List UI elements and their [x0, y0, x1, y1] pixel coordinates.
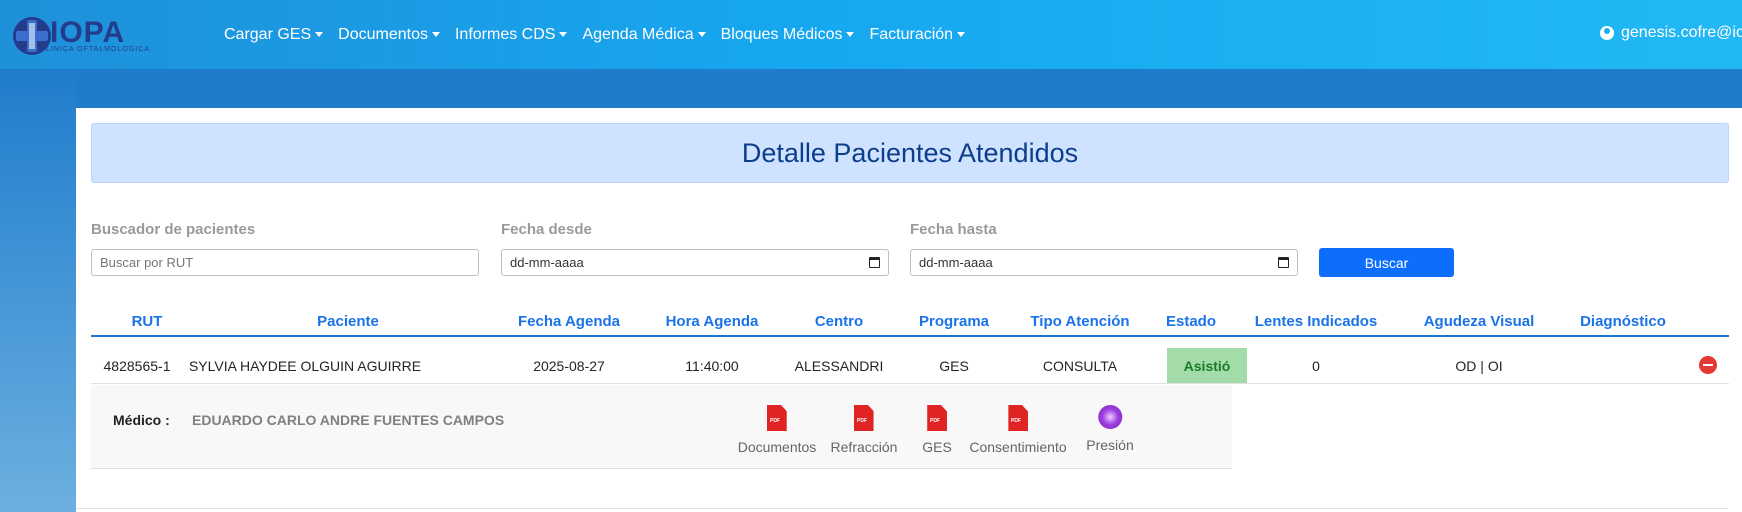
menu-agenda-medica[interactable]: Agenda Médica: [582, 25, 706, 44]
cell-fecha: 2025-08-27: [533, 358, 605, 374]
page-title: Detalle Pacientes Atendidos: [741, 137, 1079, 168]
header-rut[interactable]: RUT: [132, 313, 163, 330]
cell-agudeza: OD | OI: [1455, 358, 1503, 374]
header-agudeza[interactable]: Agudeza Visual: [1424, 313, 1535, 330]
background-band-left: [0, 69, 76, 512]
main-menu: Cargar GES Documentos Informes CDS Agend…: [224, 0, 980, 69]
caret-down-icon: [315, 32, 324, 37]
doc-presion[interactable]: Presión: [1086, 405, 1134, 453]
pdf-icon: [926, 405, 947, 431]
divider: [76, 508, 1728, 509]
header-diagnostico[interactable]: Diagnóstico: [1580, 313, 1666, 330]
menu-bloques-medicos[interactable]: Bloques Médicos: [721, 26, 855, 44]
medico-name: EDUARDO CARLO ANDRE FUENTES CAMPOS: [192, 412, 505, 428]
title-banner: Detalle Pacientes Atendidos: [91, 123, 1729, 183]
header-tipo-atencion[interactable]: Tipo Atención: [1030, 313, 1129, 330]
table-row[interactable]: 4828565-1 SYLVIA HAYDEE OLGUIN AGUIRRE 2…: [91, 348, 1729, 384]
header-lentes[interactable]: Lentes Indicados: [1255, 313, 1378, 330]
cell-lentes: 0: [1312, 358, 1320, 374]
date-to-input[interactable]: dd-mm-aaaa: [910, 249, 1298, 276]
search-label: Buscador de pacientes: [91, 221, 256, 238]
caret-down-icon: [697, 32, 706, 37]
user-circle-icon: [1600, 26, 1614, 40]
menu-label: Bloques Médicos: [720, 25, 843, 43]
header-programa[interactable]: Programa: [919, 313, 989, 330]
brand-name: IOPA: [50, 16, 126, 49]
status-badge: Asistió: [1167, 348, 1247, 383]
date-from-label: Fecha desde: [501, 221, 592, 238]
doc-ges[interactable]: GES: [922, 405, 952, 455]
brand-subtitle: CLINICA OFTALMOLOGICA: [40, 46, 150, 53]
cell-centro: ALESSANDRI: [794, 358, 884, 374]
medico-label: Médico :: [113, 412, 170, 428]
header-hora-agenda[interactable]: Hora Agenda: [666, 313, 759, 330]
menu-label: Agenda Médica: [582, 25, 694, 43]
search-button[interactable]: Buscar: [1319, 248, 1454, 277]
menu-facturacion[interactable]: Facturación: [869, 25, 966, 44]
row-detail-panel: Médico : EDUARDO CARLO ANDRE FUENTES CAM…: [91, 385, 1232, 469]
date-to-label: Fecha hasta: [910, 221, 997, 238]
pressure-icon: [1098, 405, 1122, 429]
main-card: Detalle Pacientes Atendidos Buscador de …: [76, 123, 1729, 512]
caret-down-icon: [846, 32, 855, 37]
pdf-icon: [767, 405, 787, 431]
cell-hora: 11:40:00: [685, 358, 739, 374]
caret-down-icon: [559, 32, 568, 37]
background-band-top: [76, 69, 1742, 108]
menu-cargar-ges[interactable]: Cargar GES: [224, 25, 324, 44]
cell-programa: GES: [939, 358, 969, 374]
doc-refraccion[interactable]: Refracción: [830, 405, 898, 455]
doc-label: GES: [922, 439, 952, 455]
search-placeholder: Buscar por RUT: [100, 255, 194, 270]
date-from-input[interactable]: dd-mm-aaaa: [501, 249, 889, 276]
menu-label: Documentos: [338, 25, 428, 43]
pdf-icon: [1008, 405, 1028, 431]
user-menu[interactable]: genesis.cofre@io: [1600, 24, 1742, 42]
pdf-icon: [853, 405, 874, 431]
header-fecha-agenda[interactable]: Fecha Agenda: [518, 313, 620, 330]
calendar-icon[interactable]: [869, 257, 880, 268]
caret-down-icon: [431, 32, 440, 37]
menu-label: Facturación: [869, 25, 954, 43]
date-from-value: dd-mm-aaaa: [510, 255, 584, 270]
cell-paciente: SYLVIA HAYDEE OLGUIN AGUIRRE: [188, 358, 422, 374]
menu-informes-cds[interactable]: Informes CDS: [454, 25, 568, 44]
doc-label: Consentimiento: [969, 439, 1067, 455]
doc-label: Documentos: [737, 439, 817, 455]
collapse-row-icon[interactable]: [1699, 356, 1717, 374]
calendar-icon[interactable]: [1278, 257, 1289, 268]
top-navbar: IOPA CLINICA OFTALMOLOGICA Cargar GES Do…: [0, 0, 1742, 69]
menu-documentos[interactable]: Documentos: [338, 26, 440, 44]
menu-label: Cargar GES: [224, 25, 312, 43]
doc-consentimiento[interactable]: Consentimiento: [969, 405, 1067, 455]
cell-tipo: CONSULTA: [1042, 358, 1118, 374]
cell-rut: 4828565-1: [103, 358, 171, 374]
search-input[interactable]: Buscar por RUT: [91, 249, 479, 276]
brand-logo[interactable]: IOPA CLINICA OFTALMOLOGICA: [10, 12, 155, 58]
header-estado[interactable]: Estado: [1166, 313, 1216, 330]
user-email: genesis.cofre@io: [1621, 24, 1742, 41]
header-centro[interactable]: Centro: [815, 313, 863, 330]
table-header: RUT Paciente Fecha Agenda Hora Agenda Ce…: [91, 313, 1729, 337]
doc-label: Refracción: [830, 439, 898, 455]
doc-documentos[interactable]: Documentos: [737, 405, 817, 455]
doc-label: Presión: [1086, 437, 1134, 453]
menu-label: Informes CDS: [454, 25, 556, 43]
header-paciente[interactable]: Paciente: [317, 313, 379, 330]
date-to-value: dd-mm-aaaa: [919, 255, 993, 270]
caret-down-icon: [957, 32, 966, 37]
